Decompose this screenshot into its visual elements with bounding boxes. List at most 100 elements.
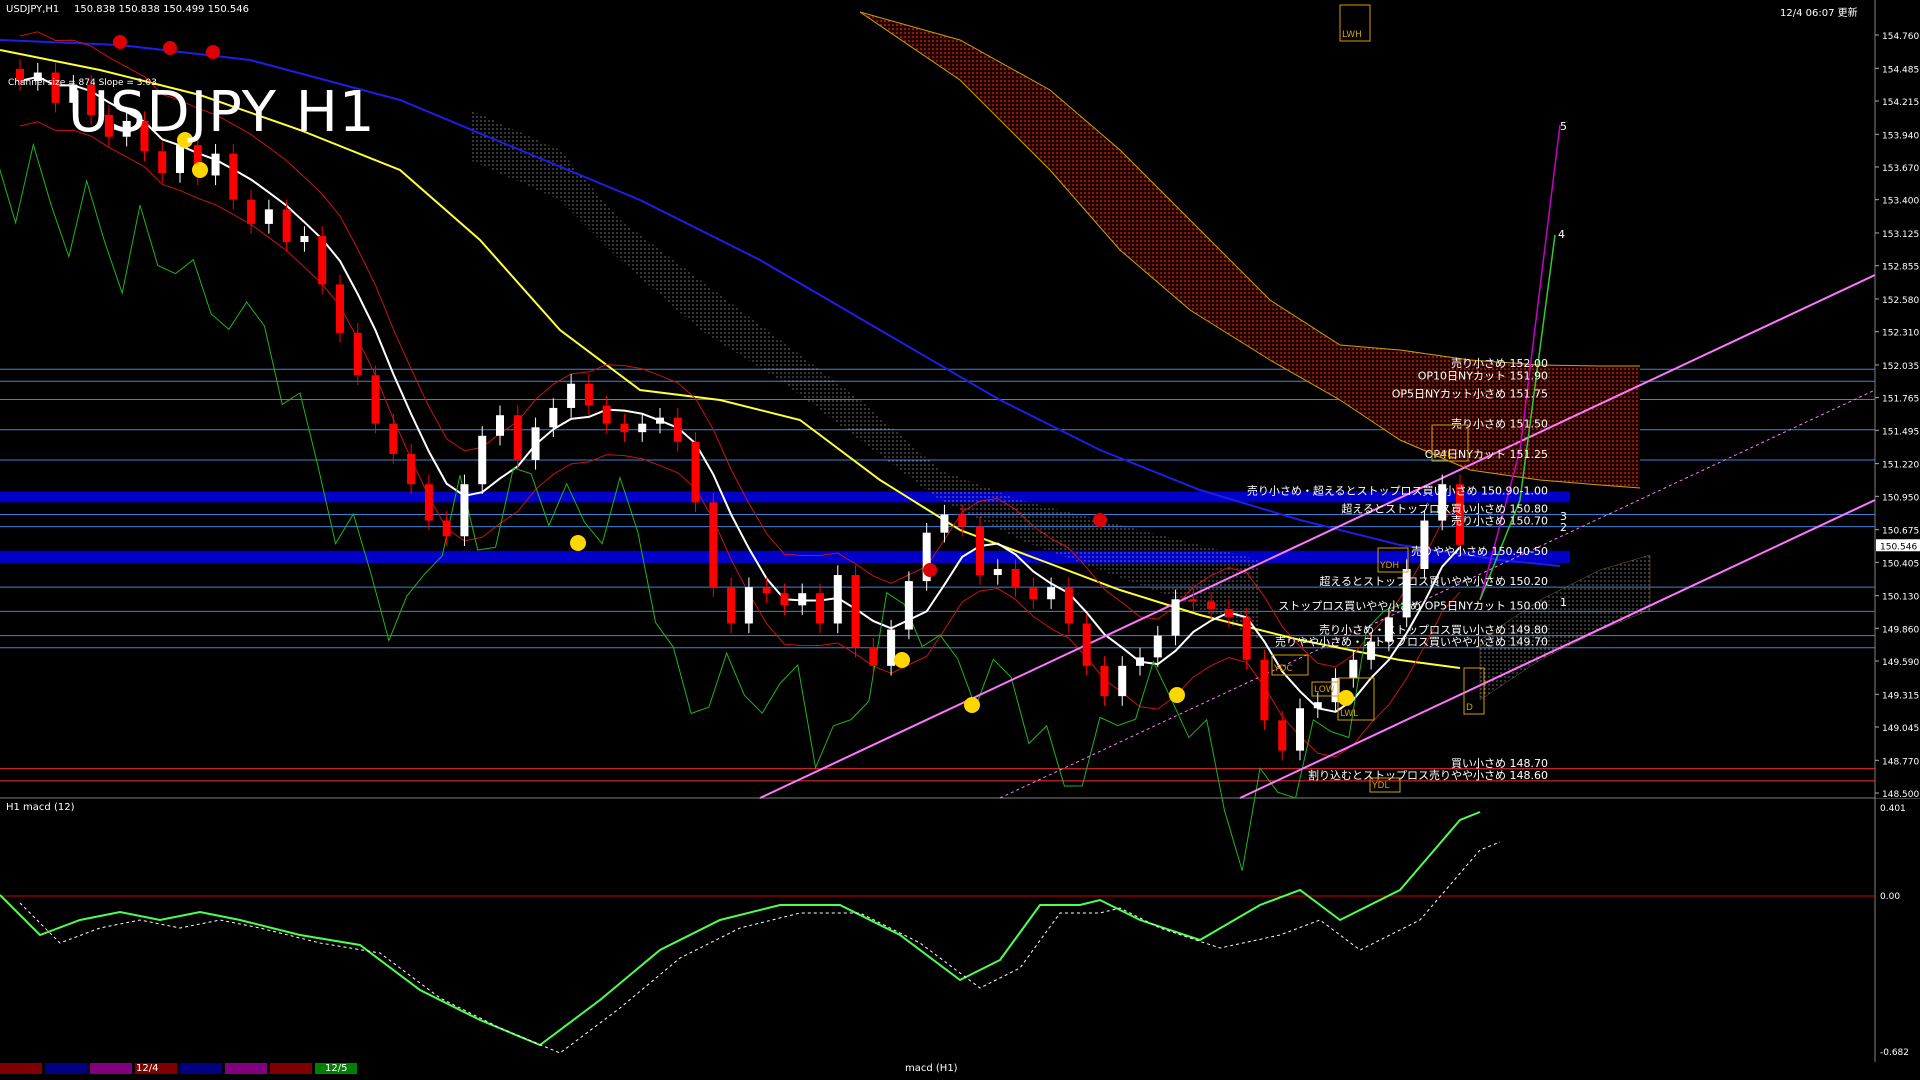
candle-bull [904, 581, 913, 630]
buy-signal-marker [570, 535, 586, 551]
candle-bear [869, 647, 878, 666]
ichimoku-cloud [470, 11, 1651, 701]
ref-box-label: YDH [1379, 561, 1399, 571]
ref-box-label: LOW [1314, 685, 1335, 695]
price-tick-label: 152.580 [1882, 296, 1919, 306]
timeline-segment [270, 1063, 312, 1074]
price-tick-label: 149.045 [1882, 724, 1919, 734]
level-label: ストップロス買いやや小さめ OP5日NYカット 150.00 [1278, 599, 1548, 612]
price-tick-label: 150.950 [1882, 493, 1919, 503]
wave-label: 5 [1560, 120, 1567, 133]
sell-signal-marker [1093, 513, 1107, 527]
sell-signal-marker [163, 41, 177, 55]
price-tick-label: 150.130 [1882, 593, 1919, 603]
price-tick-label: 153.400 [1882, 197, 1919, 207]
level-label: 買い小さめ 148.70 [1451, 757, 1548, 770]
signal-line [19, 841, 1501, 1054]
price-tick-label: 149.590 [1882, 658, 1919, 668]
buy-signal-marker [1338, 690, 1354, 706]
wave-label: 4 [1558, 228, 1565, 241]
timeline-segment [45, 1063, 87, 1074]
price-tick-label: 148.500 [1882, 790, 1919, 800]
candle-bear [1082, 623, 1091, 666]
symbol-header: USDJPY,H1 [6, 4, 60, 15]
price-tick-label: 152.035 [1882, 362, 1919, 372]
candle-bear [584, 383, 593, 406]
price-tick-label: 154.215 [1882, 98, 1919, 108]
level-label: 超えるとストップロス買い小さめ 150.80 [1341, 502, 1548, 516]
candle-bear [407, 453, 416, 485]
level-label: 売り小さめ 151.50 [1451, 418, 1548, 431]
timeline-tab[interactable]: macd (H1) [905, 1063, 958, 1074]
candle-bear [1100, 665, 1109, 697]
timeline-tab[interactable]: 12/5 [325, 1063, 347, 1074]
price-axis[interactable]: 154.760 154.485 154.215 153.940 153.670 153.4… [1875, 0, 1920, 800]
macd-header: H1 macd (12) [6, 802, 75, 813]
timeline-tab[interactable]: 12/4 [136, 1063, 158, 1074]
cloud-bear-area [860, 12, 1640, 488]
bollinger-lower [19, 121, 1461, 758]
candle-bear [1029, 587, 1038, 600]
candle-bull [1313, 702, 1322, 709]
macd-axis-bg [1876, 800, 1920, 1062]
price-tick-label: 151.765 [1882, 395, 1919, 405]
candle-bull [744, 587, 753, 624]
macd-tick-label: -0.682 [1880, 1048, 1909, 1058]
candle-bear [691, 441, 700, 503]
price-tick-label: 151.495 [1882, 427, 1919, 437]
sell-signal-marker [206, 45, 220, 59]
chart-title: USDJPY H1 [68, 80, 376, 145]
macd-tick-label: 0.401 [1880, 804, 1906, 814]
candle-bear [353, 332, 362, 376]
candle-bear [976, 526, 984, 576]
candle-bear [158, 151, 167, 174]
candle-bear [1224, 608, 1233, 618]
candle-bull [1047, 587, 1056, 600]
candle-bear [442, 520, 451, 537]
ref-box-label: YDC [1273, 664, 1293, 674]
ref-box-label: LWL [1340, 709, 1358, 719]
update-time: 12/4 06:07 更新 [1780, 8, 1858, 19]
sell-signal-marker [113, 35, 127, 49]
candle-bull [264, 209, 273, 224]
price-tick-label: 154.485 [1882, 65, 1919, 75]
candle-bear [958, 514, 967, 527]
usdjpy-h1-chart: 154.760 154.485 154.215 153.940 153.670 153.4… [0, 0, 1920, 1074]
candle-bear [1242, 617, 1251, 660]
candle-bear [247, 199, 256, 224]
candle-bull [833, 575, 842, 624]
level-label: 売り小さめ 150.70 [1451, 515, 1548, 528]
price-tick-label: 149.315 [1882, 691, 1919, 701]
buy-signal-marker [1169, 687, 1185, 703]
candle-bear [602, 405, 611, 424]
sell-signal-marker [923, 563, 937, 577]
candle-bull [798, 593, 807, 606]
buy-signal-marker [894, 652, 910, 668]
wave-label: 2 [1560, 521, 1567, 534]
resistance-zones [0, 491, 1570, 563]
channel-lower [1239, 499, 1876, 799]
candle-bull [1118, 665, 1127, 697]
candle-bull [1153, 635, 1162, 658]
candle-bull [993, 568, 1002, 576]
timeline-segment [225, 1063, 267, 1074]
buy-signal-marker [192, 162, 208, 178]
price-tick-label: 150.405 [1882, 559, 1919, 569]
level-label: 売り小さめ・ストップロス買い小さめ 149.80 [1319, 624, 1548, 637]
candle-bull [887, 629, 896, 666]
timeline-segment [0, 1063, 42, 1074]
candle-bull [211, 153, 220, 176]
level-label: OP10日NYカット 151.90 [1418, 369, 1548, 382]
ref-box-label: YDL [1371, 781, 1389, 791]
candle-bear [780, 593, 789, 606]
price-tick-label: 152.855 [1882, 263, 1919, 273]
price-tick-label: 149.860 [1882, 625, 1919, 635]
ohlc-readout: 150.838 150.838 150.499 150.546 [74, 4, 249, 15]
candle-bear [762, 587, 771, 594]
price-tick-label: 154.760 [1882, 32, 1919, 42]
candle-bull [940, 514, 949, 533]
candle-bear [816, 593, 824, 624]
candle-bull [1171, 599, 1180, 636]
buy-signal-marker [964, 697, 980, 713]
current-price-label: 150.546 [1880, 542, 1917, 552]
